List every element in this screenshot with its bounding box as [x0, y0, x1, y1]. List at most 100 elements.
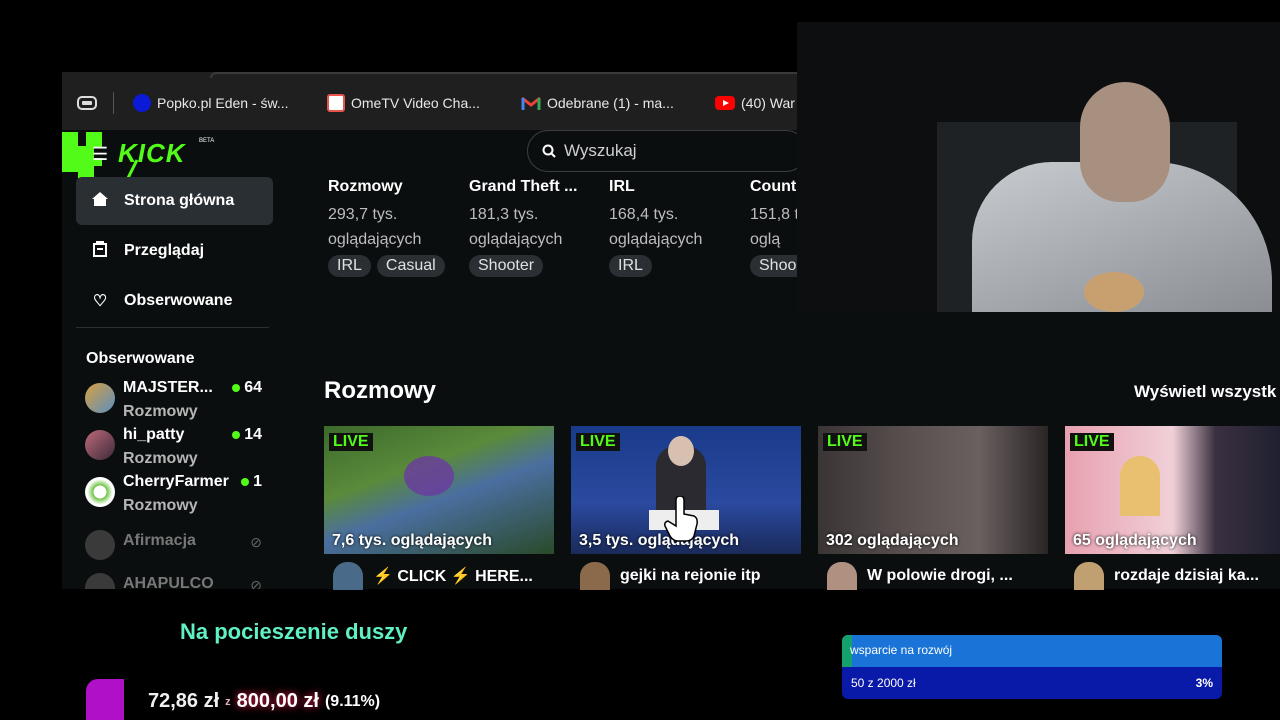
category-title: Count	[750, 178, 797, 195]
following-heading: Obserwowane	[86, 350, 195, 367]
channel-name: CherryFarmer	[123, 473, 229, 490]
category-title: IRL	[609, 178, 635, 195]
category-viewers: 293,7 tys. oglądających	[328, 206, 422, 248]
avatar	[85, 573, 115, 589]
bookmark-label: Odebrane (1) - ma...	[547, 95, 674, 111]
donation-target: 800,00 zł	[236, 690, 319, 712]
menu-icon[interactable]: ☰	[92, 144, 108, 165]
stream-viewers: 302 oglądających	[826, 532, 959, 549]
streamer-figure	[1120, 456, 1160, 516]
section-title: Rozmowy	[324, 377, 437, 404]
viewer-count: 64	[232, 379, 262, 397]
nav-browse[interactable]: Przeglądaj	[76, 227, 273, 275]
donation-logo-icon	[86, 679, 124, 720]
browser-tab-edge	[210, 72, 800, 78]
followed-channel-offline[interactable]: AHAPULCO ⊘	[85, 573, 270, 589]
goal-amount: 50 z 2000 zł	[851, 676, 916, 690]
home-icon	[90, 191, 110, 212]
popko-favicon-icon	[133, 94, 151, 112]
youtube-favicon-icon	[715, 96, 735, 110]
kick-logo-text: KICK	[118, 138, 186, 168]
followed-channel[interactable]: MAJSTER... Rozmowy 64	[85, 379, 270, 425]
stream-thumbnail[interactable]: LIVE 65 oglądających	[1065, 426, 1280, 554]
followed-channel[interactable]: hi_patty Rozmowy 14	[85, 426, 270, 472]
category-tag[interactable]: Casual	[376, 255, 445, 277]
live-badge: LIVE	[576, 433, 620, 451]
webcam-overlay	[797, 22, 1280, 312]
bookmark-popko[interactable]: Popko.pl Eden - św...	[133, 93, 289, 113]
category-title: Rozmowy	[328, 178, 403, 195]
avatar	[85, 430, 115, 460]
stream-viewers: 7,6 tys. oglądających	[332, 532, 493, 549]
stream-title: gejki na rejonie itp	[620, 567, 761, 584]
category-title: Grand Theft ...	[469, 178, 578, 195]
bookmark-ometv[interactable]: OmeTV Video Cha...	[327, 93, 480, 113]
stream-title: ⚡ CLICK ⚡ HERE...	[373, 568, 533, 585]
offline-icon: ⊘	[250, 534, 262, 550]
category-viewers: 181,3 tys. oglądających	[469, 206, 563, 248]
stream-info[interactable]: rozdaje dzisiaj ka...	[1074, 562, 1259, 590]
category-tag[interactable]: IRL	[328, 255, 371, 277]
stream-viewers: 65 oglądających	[1073, 532, 1197, 549]
category-card[interactable]: Grand Theft ... 181,3 tys. oglądających S…	[469, 178, 599, 277]
donation-percent: (9.11%)	[324, 692, 381, 710]
goal-percent: 3%	[1195, 676, 1213, 690]
hand-cursor-icon	[664, 495, 700, 547]
bookmarks-separator	[113, 92, 114, 114]
live-dot-icon	[232, 384, 241, 392]
channel-name: AHAPULCO	[123, 575, 214, 589]
donation-separator: z	[225, 695, 231, 708]
stream-info[interactable]: gejki na rejonie itp	[580, 562, 760, 590]
support-goal-widget: wsparcie na rozwój 50 z 2000 zł 3%	[842, 635, 1222, 699]
channel-name: MAJSTER...	[123, 379, 213, 396]
viewer-count: 14	[232, 426, 262, 444]
avatar	[333, 562, 363, 590]
channel-category: Rozmowy	[123, 403, 198, 420]
live-dot-icon	[241, 478, 250, 486]
category-tag[interactable]: IRL	[609, 255, 652, 277]
live-dot-icon	[232, 431, 241, 439]
avatar	[580, 562, 610, 590]
gmail-favicon-icon	[521, 95, 541, 111]
heart-icon: ♡	[92, 293, 108, 310]
bookmark-label: Popko.pl Eden - św...	[157, 95, 289, 111]
avatar	[85, 477, 115, 507]
avatar	[1074, 562, 1104, 590]
bookmark-label: (40) War	[741, 95, 795, 111]
nav-label: Strona główna	[124, 192, 235, 209]
bookmark-gmail[interactable]: Odebrane (1) - ma...	[521, 93, 674, 113]
nav-following[interactable]: ♡ Obserwowane	[76, 277, 273, 325]
bookmark-label: OmeTV Video Cha...	[351, 95, 480, 111]
ometv-favicon-icon	[327, 94, 345, 112]
see-all-link[interactable]: Wyświetl wszystk	[1134, 382, 1276, 402]
search-icon	[542, 144, 556, 158]
live-badge: LIVE	[823, 433, 867, 451]
viewer-count: 1	[241, 473, 262, 491]
category-tag[interactable]: Shoo	[750, 255, 798, 277]
stream-info[interactable]: W polowie drogi, ...	[827, 562, 1013, 590]
stream-thumbnail[interactable]: LIVE 7,6 tys. oglądających	[324, 426, 554, 554]
stream-info[interactable]: ⚡ CLICK ⚡ HERE...	[333, 562, 533, 590]
game-scene	[404, 456, 454, 496]
sidebar-divider	[76, 327, 269, 328]
channel-name: Afirmacja	[123, 532, 196, 549]
category-viewers: 151,8 t oglą	[750, 206, 798, 248]
category-card[interactable]: Rozmowy 293,7 tys. oglądających IRL Casual	[328, 178, 458, 277]
stream-thumbnail[interactable]: LIVE 302 oglądających	[818, 426, 1048, 554]
search-placeholder: Wyszukaj	[564, 141, 637, 160]
category-card[interactable]: Count 151,8 t oglą Shoo	[750, 178, 798, 277]
nav-label: Obserwowane	[124, 292, 233, 309]
bookmark-youtube[interactable]: (40) War	[715, 93, 795, 113]
avatar	[85, 383, 115, 413]
followed-channel-offline[interactable]: Afirmacja ⊘	[85, 530, 270, 576]
category-card[interactable]: IRL 168,4 tys. oglądających IRL	[609, 178, 739, 277]
avatar	[85, 530, 115, 560]
avatar	[827, 562, 857, 590]
tab-group-icon[interactable]	[77, 95, 97, 116]
category-tag[interactable]: Shooter	[469, 255, 544, 277]
nav-home[interactable]: Strona główna	[76, 177, 273, 225]
search-input[interactable]: Wyszukaj	[527, 130, 807, 172]
live-badge: LIVE	[1070, 433, 1114, 451]
followed-channel[interactable]: CherryFarmer Rozmowy 1	[85, 473, 270, 519]
stream-title: W polowie drogi, ...	[867, 567, 1013, 584]
